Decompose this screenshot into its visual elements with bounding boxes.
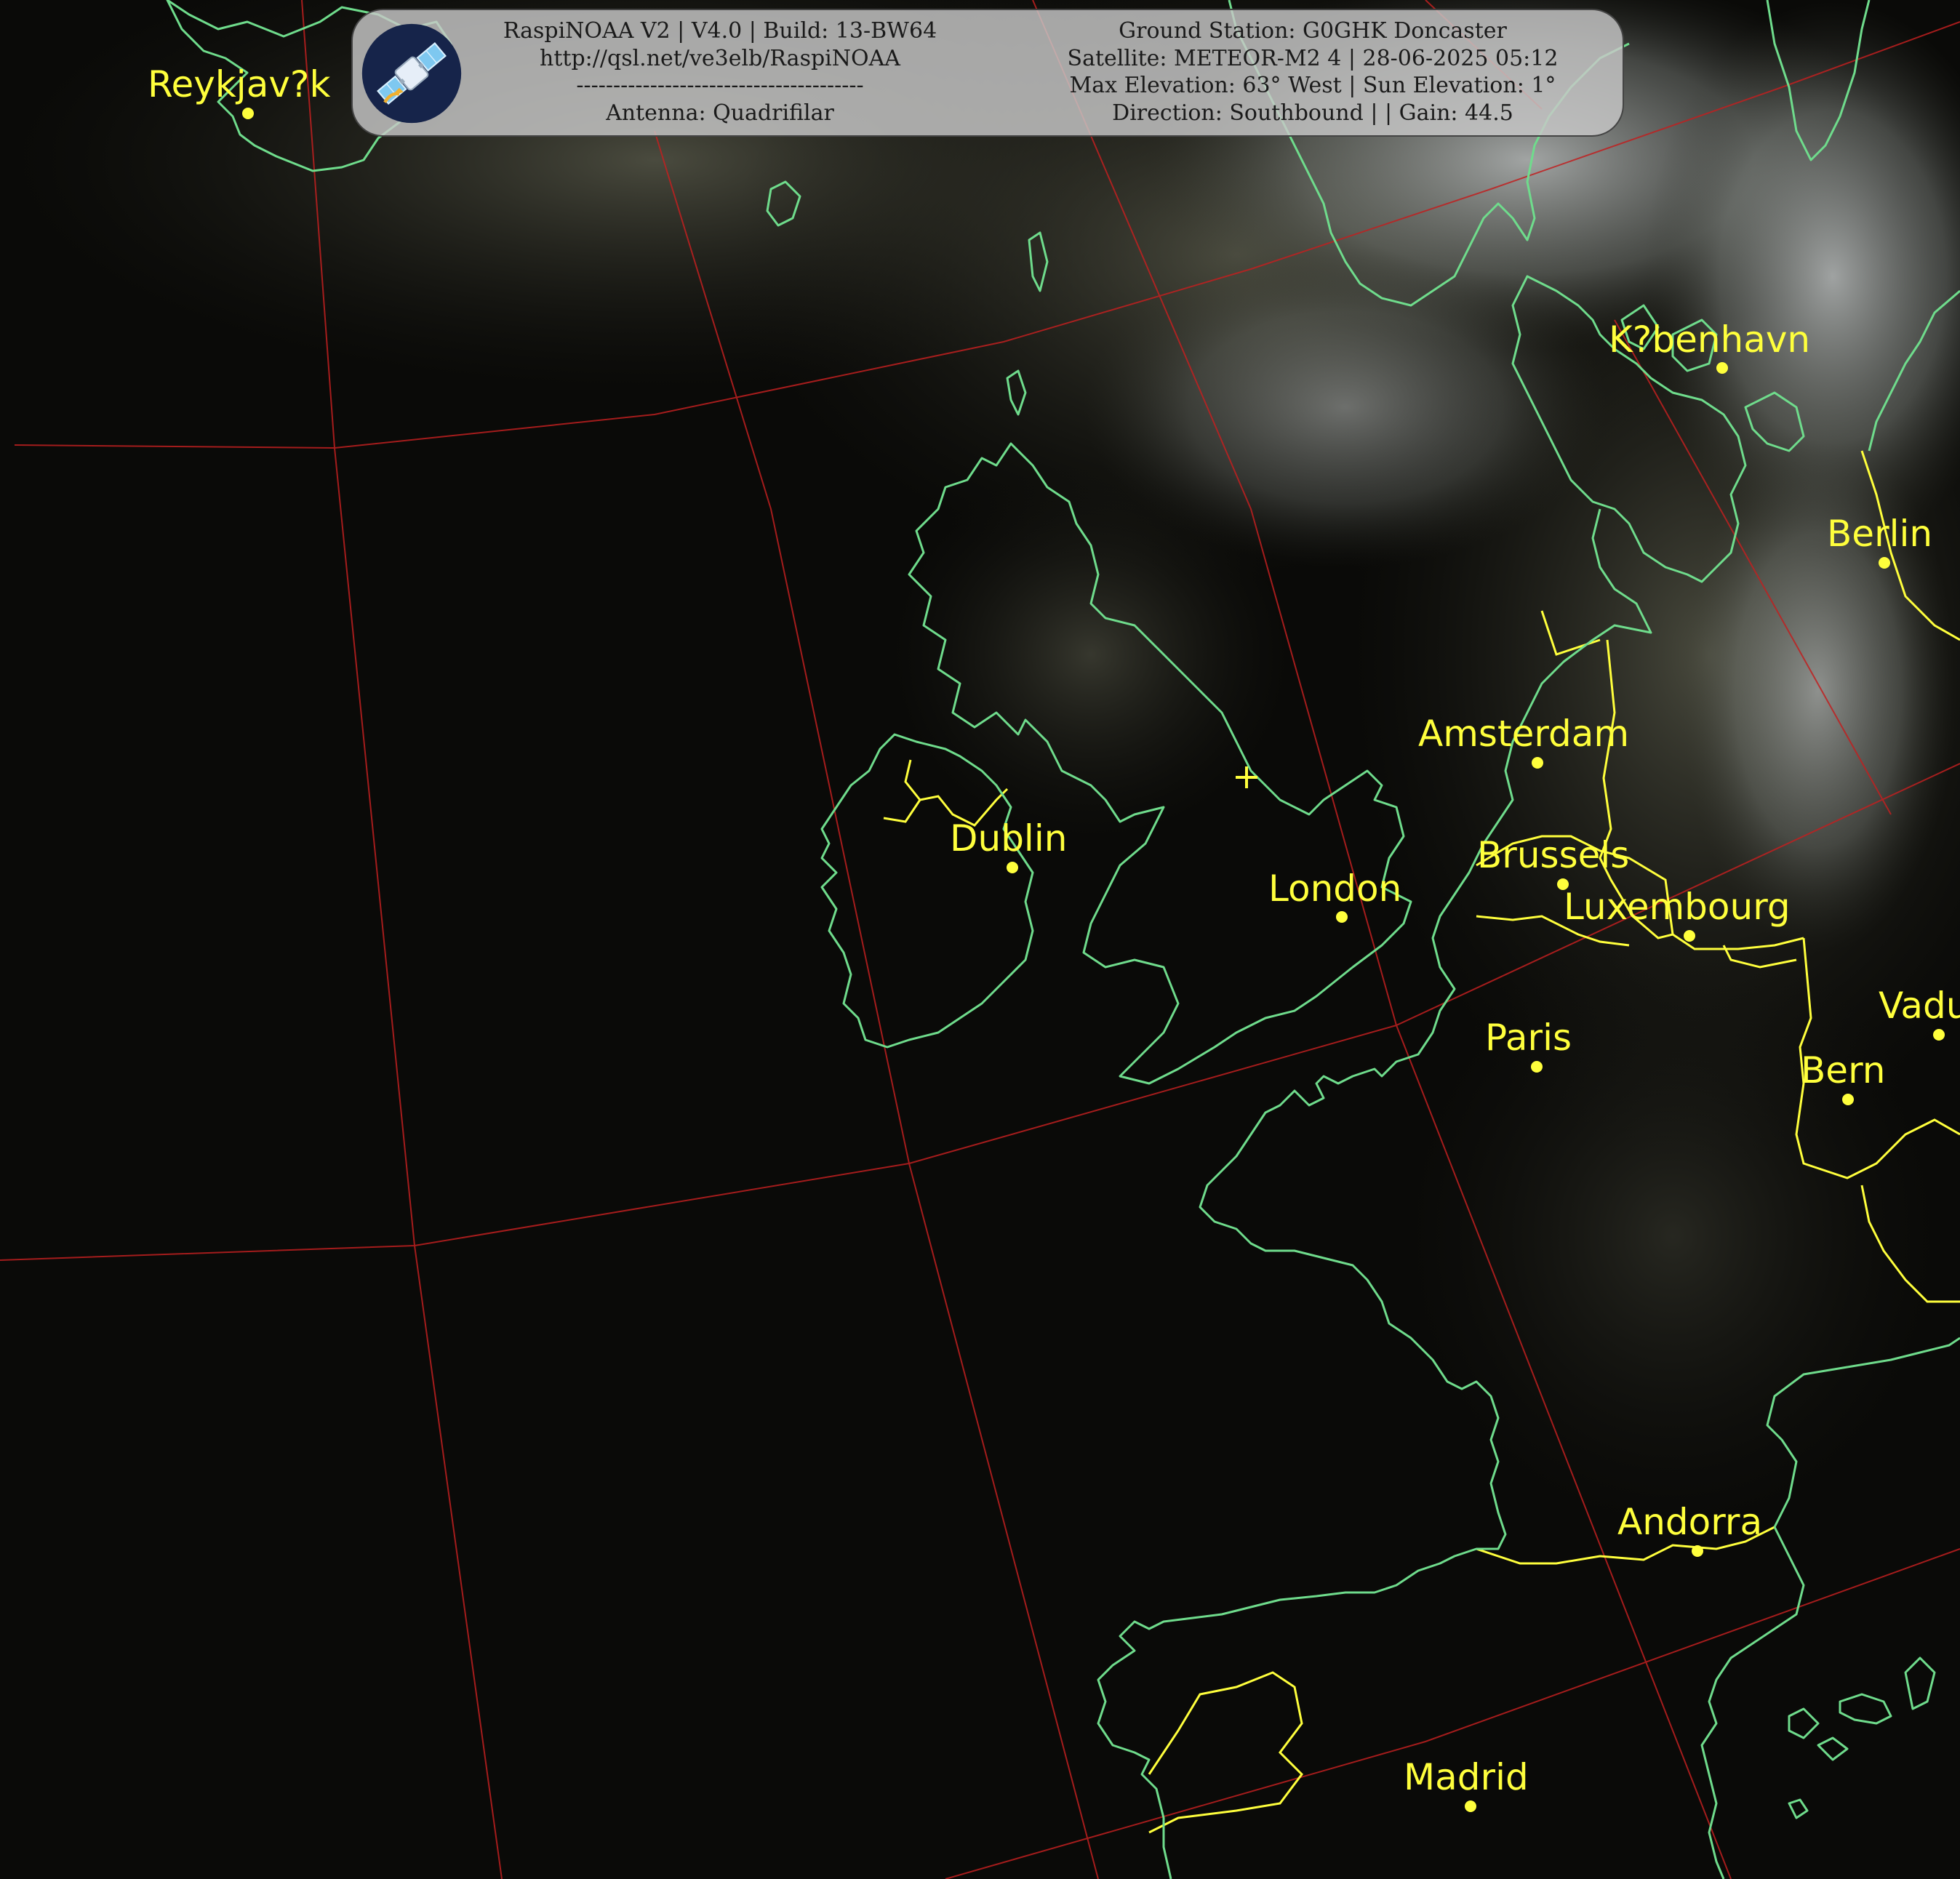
header-url-line: http://qsl.net/ve3elb/RaspiNOAA <box>540 45 900 71</box>
city-dot-paris <box>1531 1061 1543 1073</box>
city-dot-andorra <box>1692 1545 1703 1557</box>
city-dot-luxembourg <box>1684 930 1695 942</box>
header-ground-station-line: Ground Station: G0GHK Doncaster <box>1119 18 1507 44</box>
city-dot-vadu <box>1933 1029 1945 1041</box>
city-label-vadu: Vadu <box>1879 985 1960 1027</box>
city-label-brussels: Brussels <box>1477 834 1629 876</box>
city-label-andorra: Andorra <box>1617 1501 1762 1543</box>
city-dot-london <box>1336 911 1348 923</box>
city-label-luxembourg: Luxembourg <box>1564 886 1791 928</box>
satellite-icon <box>361 23 462 124</box>
header-right-column: Ground Station: G0GHK Doncaster Satellit… <box>1022 17 1604 127</box>
city-dot-reykjavik <box>242 108 254 119</box>
city-dot-bern <box>1842 1094 1854 1105</box>
city-label-bern: Bern <box>1801 1049 1885 1091</box>
city-label-paris: Paris <box>1485 1017 1572 1059</box>
city-label-london: London <box>1268 868 1401 910</box>
city-dot-berlin <box>1879 557 1890 569</box>
city-label-kobenhavn: K?benhavn <box>1609 318 1810 361</box>
city-dot-kobenhavn <box>1716 362 1728 374</box>
city-label-berlin: Berlin <box>1827 513 1932 555</box>
header-elevation-line: Max Elevation: 63° West | Sun Elevation:… <box>1069 73 1556 98</box>
header-direction-line: Direction: Southbound | | Gain: 44.5 <box>1112 100 1513 126</box>
city-dot-dublin <box>1007 862 1018 873</box>
city-label-amsterdam: Amsterdam <box>1418 713 1629 755</box>
satellite-map: Reykjav?k K?benhavn Berlin Amsterdam Dub… <box>0 0 1960 1879</box>
header-antenna-line: Antenna: Quadrifilar <box>606 100 834 126</box>
city-label-dublin: Dublin <box>950 817 1067 860</box>
info-header: RaspiNOAA V2 | V4.0 | Build: 13-BW64 htt… <box>351 9 1624 137</box>
header-satellite-line: Satellite: METEOR-M2 4 | 28-06-2025 05:1… <box>1067 45 1559 71</box>
header-divider-line: --------------------------------------- <box>576 73 864 98</box>
header-left-column: RaspiNOAA V2 | V4.0 | Build: 13-BW64 htt… <box>469 17 971 127</box>
city-dot-amsterdam <box>1532 757 1543 769</box>
city-label-reykjavik: Reykjav?k <box>148 63 330 105</box>
city-dot-madrid <box>1465 1800 1476 1812</box>
city-label-madrid: Madrid <box>1404 1756 1529 1798</box>
header-software-line: RaspiNOAA V2 | V4.0 | Build: 13-BW64 <box>503 18 937 44</box>
